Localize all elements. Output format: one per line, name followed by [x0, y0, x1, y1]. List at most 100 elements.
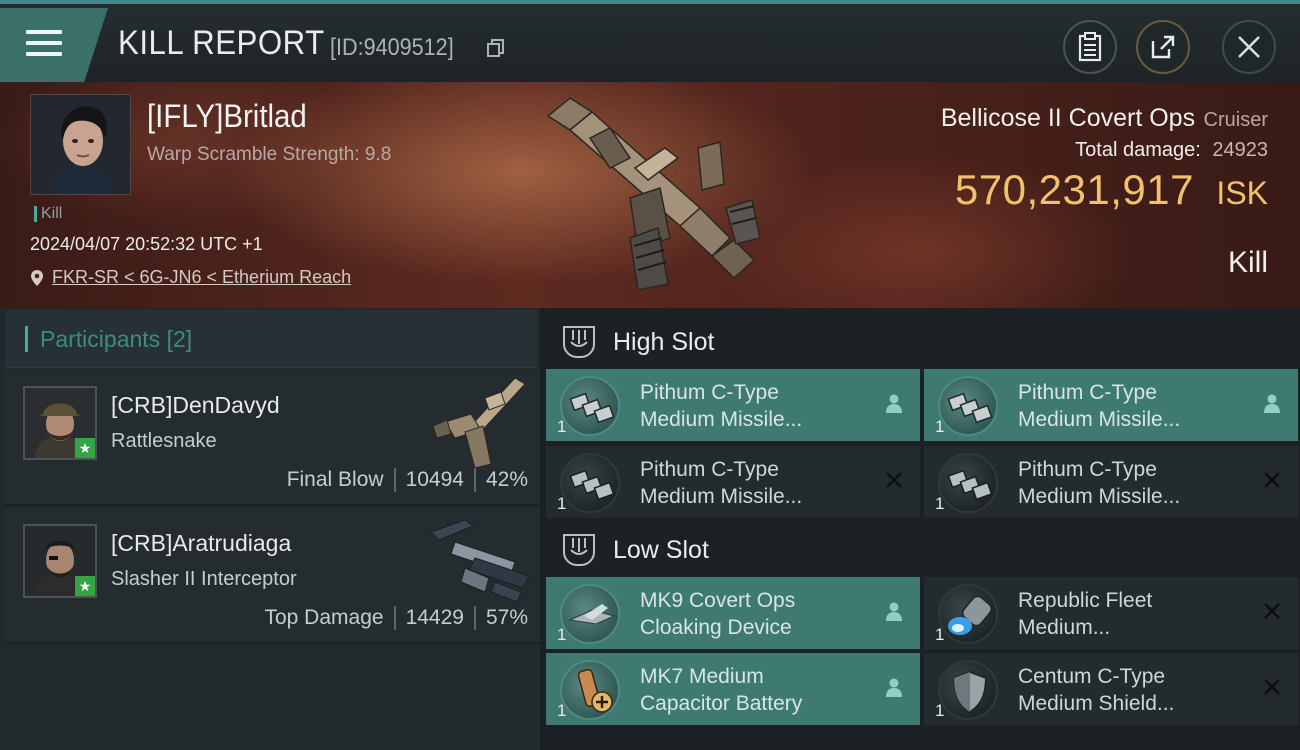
missile-launcher-icon: [938, 453, 998, 513]
module-name-line1: Pithum C-Type: [1018, 381, 1157, 404]
module-name-line2: Medium...: [1018, 616, 1111, 639]
kill-timestamp: 2024/04/07 20:52:32 UTC +1: [30, 234, 263, 254]
participant-stats: Final Blow 10494 42%: [287, 468, 528, 492]
ship-class: Cruiser: [1203, 109, 1268, 131]
participant-damage: 10494: [405, 468, 464, 491]
victim-ship-image: [546, 97, 761, 291]
module-item[interactable]: 1 Republic Fleet Medium...: [924, 577, 1298, 649]
pilot-portrait-icon: [31, 95, 130, 194]
destroyed-x-icon: [1264, 679, 1280, 695]
module-name-line2: Medium Shield...: [1018, 692, 1175, 715]
module-name-line2: Medium Missile...: [640, 485, 803, 508]
module-item[interactable]: 1 Pithum C-Type Medium Missile...: [924, 446, 1298, 518]
participant-role: Top Damage: [264, 606, 384, 629]
ship-name[interactable]: Bellicose II Covert Ops: [941, 104, 1195, 132]
cloaking-device-icon: [560, 584, 620, 644]
location-link[interactable]: FKR-SR < 6G-JN6 < Etherium Reach: [30, 267, 351, 288]
high-slot-header: High Slot: [545, 310, 1300, 374]
participant-percent: 57%: [485, 606, 528, 629]
total-damage-value: 24923: [1212, 139, 1268, 161]
participants-title: Participants: [40, 326, 161, 352]
high-slot-title: High Slot: [613, 327, 715, 356]
thruster-icon: [938, 584, 998, 644]
module-item[interactable]: 1 MK9 Covert Ops Cloaking Device: [546, 577, 920, 649]
module-quantity: 1: [557, 494, 567, 513]
capacitor-battery-icon: [560, 660, 620, 720]
module-name-line1: Republic Fleet: [1018, 589, 1153, 612]
location-pin-icon: [31, 269, 43, 286]
hamburger-menu-icon: [26, 30, 62, 60]
divider: [393, 468, 396, 492]
participant-avatar[interactable]: ★: [23, 386, 97, 460]
destroyed-x-icon: [1264, 603, 1280, 619]
victim-banner: [IFLY]Britlad Warp Scramble Strength: 9.…: [0, 82, 1300, 308]
result-label: Kill: [1227, 246, 1268, 279]
isk-unit: ISK: [1216, 175, 1268, 211]
shield-icon: [938, 660, 998, 720]
participant-ship-image: [432, 377, 526, 469]
corp-star-badge: ★: [75, 576, 95, 596]
total-damage-label: Total damage:: [1075, 139, 1201, 161]
low-slot-icon: [563, 534, 595, 566]
divider: [473, 606, 476, 630]
module-quantity: 1: [557, 625, 567, 644]
menu-button[interactable]: [0, 8, 108, 82]
module-quantity: 1: [935, 625, 945, 644]
participant-name[interactable]: [CRB]Aratrudiaga: [111, 530, 291, 557]
participant-ship: Rattlesnake: [111, 430, 217, 452]
participant-role: Final Blow: [286, 468, 384, 491]
module-name-line1: Centum C-Type: [1018, 665, 1166, 688]
participants-empty-area: [5, 648, 540, 750]
participant-avatar[interactable]: ★: [23, 524, 97, 598]
fitting-panel: High Slot 1 Pithum C-Type Medium Missile…: [545, 308, 1300, 750]
module-name-line1: MK9 Covert Ops: [640, 589, 796, 612]
share-button[interactable]: [1136, 20, 1190, 74]
module-name-line2: Capacitor Battery: [640, 692, 803, 715]
module-item[interactable]: 1 Pithum C-Type Medium Missile...: [546, 446, 920, 518]
destroyed-x-icon: [886, 472, 902, 488]
module-name-line1: MK7 Medium: [640, 665, 764, 688]
participant-stats: Top Damage 14429 57%: [264, 606, 528, 630]
missile-launcher-icon: [938, 376, 998, 436]
dropped-person-icon: [886, 678, 902, 697]
module-name-line2: Cloaking Device: [640, 616, 792, 639]
module-name-line2: Medium Missile...: [1018, 485, 1181, 508]
location-text[interactable]: FKR-SR < 6G-JN6 < Etherium Reach: [52, 267, 351, 288]
destroyed-x-icon: [1264, 472, 1280, 488]
module-item[interactable]: 1 Centum C-Type Medium Shield...: [924, 653, 1298, 725]
participants-count: [2]: [166, 326, 193, 352]
dropped-person-icon: [886, 394, 902, 413]
low-slot-title: Low Slot: [613, 535, 709, 564]
participant-ship: Slasher II Interceptor: [111, 568, 297, 590]
copy-icon[interactable]: [487, 39, 505, 57]
module-quantity: 1: [557, 417, 567, 436]
clipboard-button[interactable]: [1063, 20, 1117, 74]
module-quantity: 1: [935, 494, 945, 513]
low-slot-header: Low Slot: [545, 518, 1300, 582]
module-quantity: 1: [935, 701, 945, 720]
participant-ship-image: [430, 519, 530, 603]
module-item[interactable]: 1 Pithum C-Type Medium Missile...: [546, 369, 920, 441]
victim-name[interactable]: [IFLY]Britlad: [147, 98, 307, 135]
participant-row[interactable]: ★ [CRB]Aratrudiaga Slasher II Intercepto…: [5, 508, 540, 644]
isk-value: 570,231,917: [954, 166, 1194, 213]
divider: [473, 468, 476, 492]
close-button[interactable]: [1222, 20, 1276, 74]
victim-portrait[interactable]: [30, 94, 131, 195]
module-name-line2: Medium Missile...: [640, 408, 803, 431]
module-item[interactable]: 1 Pithum C-Type Medium Missile...: [924, 369, 1298, 441]
module-item[interactable]: 1 MK7 Medium Capacitor Battery: [546, 653, 920, 725]
participant-damage: 14429: [405, 606, 464, 629]
kill-tag: Kill: [34, 206, 62, 222]
module-name-line1: Pithum C-Type: [640, 381, 779, 404]
participant-row[interactable]: ★ [CRB]DenDavyd Rattlesnake Final Blow 1…: [5, 370, 540, 506]
participant-percent: 42%: [485, 468, 528, 491]
report-id: [ID:9409512]: [330, 34, 454, 61]
participant-name[interactable]: [CRB]DenDavyd: [111, 392, 280, 419]
module-quantity: 1: [935, 417, 945, 436]
top-bar: KILL REPORT [ID:9409512]: [0, 0, 1300, 82]
share-icon: [1151, 35, 1175, 59]
module-name-line2: Medium Missile...: [1018, 408, 1181, 431]
module-name-line1: Pithum C-Type: [1018, 458, 1157, 481]
next-slot-section-partial: [545, 728, 1300, 750]
